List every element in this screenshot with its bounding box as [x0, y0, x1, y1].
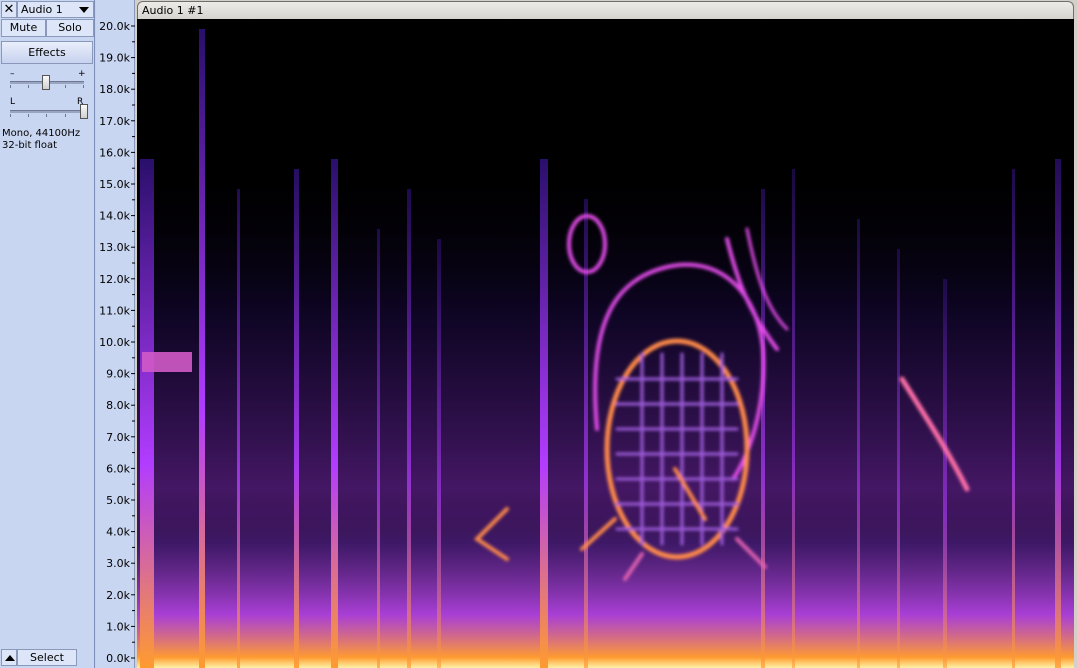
pan-left-label: L [10, 97, 16, 107]
dropdown-arrow-icon [79, 7, 89, 13]
frequency-label: 11.0k [99, 304, 130, 317]
transient-streak [1055, 159, 1061, 668]
pan-tick [46, 114, 47, 117]
frequency-label: 2.0k [106, 589, 130, 602]
frequency-label: 18.0k [99, 83, 130, 96]
track-name-menu[interactable]: Audio 1 [17, 1, 94, 18]
frequency-label: 9.0k [106, 368, 130, 381]
frequency-label: 12.0k [99, 273, 130, 286]
tone-band [142, 352, 192, 372]
frequency-label: 4.0k [106, 526, 130, 539]
frequency-label: 6.0k [106, 462, 130, 475]
solo-button[interactable]: Solo [46, 19, 94, 37]
frequency-ruler-scale: 20.0k 19.0k 18.0k 17.0k 16.0k 15.0k 14.0k 13.0k… [99, 20, 135, 665]
frequency-label: 14.0k [99, 210, 130, 223]
collapse-track-button[interactable] [1, 649, 17, 666]
transient-streak [199, 29, 205, 668]
transient-streak [540, 159, 548, 668]
track-format-info: Mono, 44100Hz 32-bit float [2, 128, 80, 152]
transient-streak [1012, 169, 1015, 668]
gain-tick [65, 85, 66, 88]
transient-streak [237, 189, 240, 668]
transient-streak [792, 169, 795, 668]
track-control-panel: ✕ Audio 1 Mute Solo Effects – + L R Mono… [0, 0, 95, 668]
frequency-label: 7.0k [106, 431, 130, 444]
transient-streak [943, 279, 947, 668]
transient-streak [294, 169, 299, 668]
close-track-button[interactable]: ✕ [1, 1, 17, 18]
close-icon: ✕ [3, 2, 15, 17]
low-frequency-floor [137, 489, 1074, 668]
transient-streak [857, 219, 860, 668]
transient-streak [140, 159, 154, 668]
transient-streak [437, 239, 441, 668]
frequency-label: 3.0k [106, 557, 130, 570]
mute-button[interactable]: Mute [1, 19, 46, 37]
pan-slider-track[interactable] [10, 110, 84, 113]
pan-tick [65, 114, 66, 117]
pan-tick [28, 114, 29, 117]
transient-streak [584, 199, 588, 668]
format-bits: 32-bit float [2, 140, 58, 151]
frequency-label: 19.0k [99, 52, 130, 65]
frequency-label: 8.0k [106, 399, 130, 412]
transient-streak [761, 189, 765, 668]
frequency-label: 0.0k [106, 652, 130, 665]
frequency-label: 10.0k [99, 336, 130, 349]
frequency-label: 16.0k [99, 146, 130, 159]
pan-slider-thumb[interactable] [80, 104, 88, 119]
frequency-label: 17.0k [99, 115, 130, 128]
effects-button[interactable]: Effects [1, 41, 93, 64]
track-name: Audio 1 [21, 3, 63, 16]
gain-slider-thumb[interactable] [42, 75, 50, 90]
clip-header[interactable]: Audio 1 #1 [137, 1, 1074, 19]
spectrogram-image [137, 29, 1074, 668]
gain-minus-label: – [10, 69, 15, 79]
gain-tick [28, 85, 29, 88]
frequency-label: 20.0k [99, 20, 130, 33]
transient-streak [331, 159, 338, 668]
spectrogram-view[interactable] [137, 19, 1074, 668]
clip-name: Audio 1 #1 [142, 4, 204, 17]
select-button[interactable]: Select [17, 649, 77, 666]
frequency-label: 15.0k [99, 178, 130, 191]
transient-streak [407, 189, 411, 668]
pan-tick [10, 114, 11, 117]
frequency-ruler: 20.0k 19.0k 18.0k 17.0k 16.0k 15.0k 14.0k 13.0k… [96, 0, 135, 668]
gain-tick [83, 85, 84, 88]
format-rate: Mono, 44100Hz [2, 128, 81, 139]
transient-streak [377, 229, 380, 668]
frequency-label: 13.0k [99, 241, 130, 254]
gain-tick [10, 85, 11, 88]
frequency-label: 1.0k [106, 620, 130, 633]
transient-streak [897, 249, 900, 668]
frequency-label: 5.0k [106, 494, 130, 507]
collapse-arrow-icon [5, 655, 15, 661]
gain-plus-label: + [78, 69, 86, 79]
